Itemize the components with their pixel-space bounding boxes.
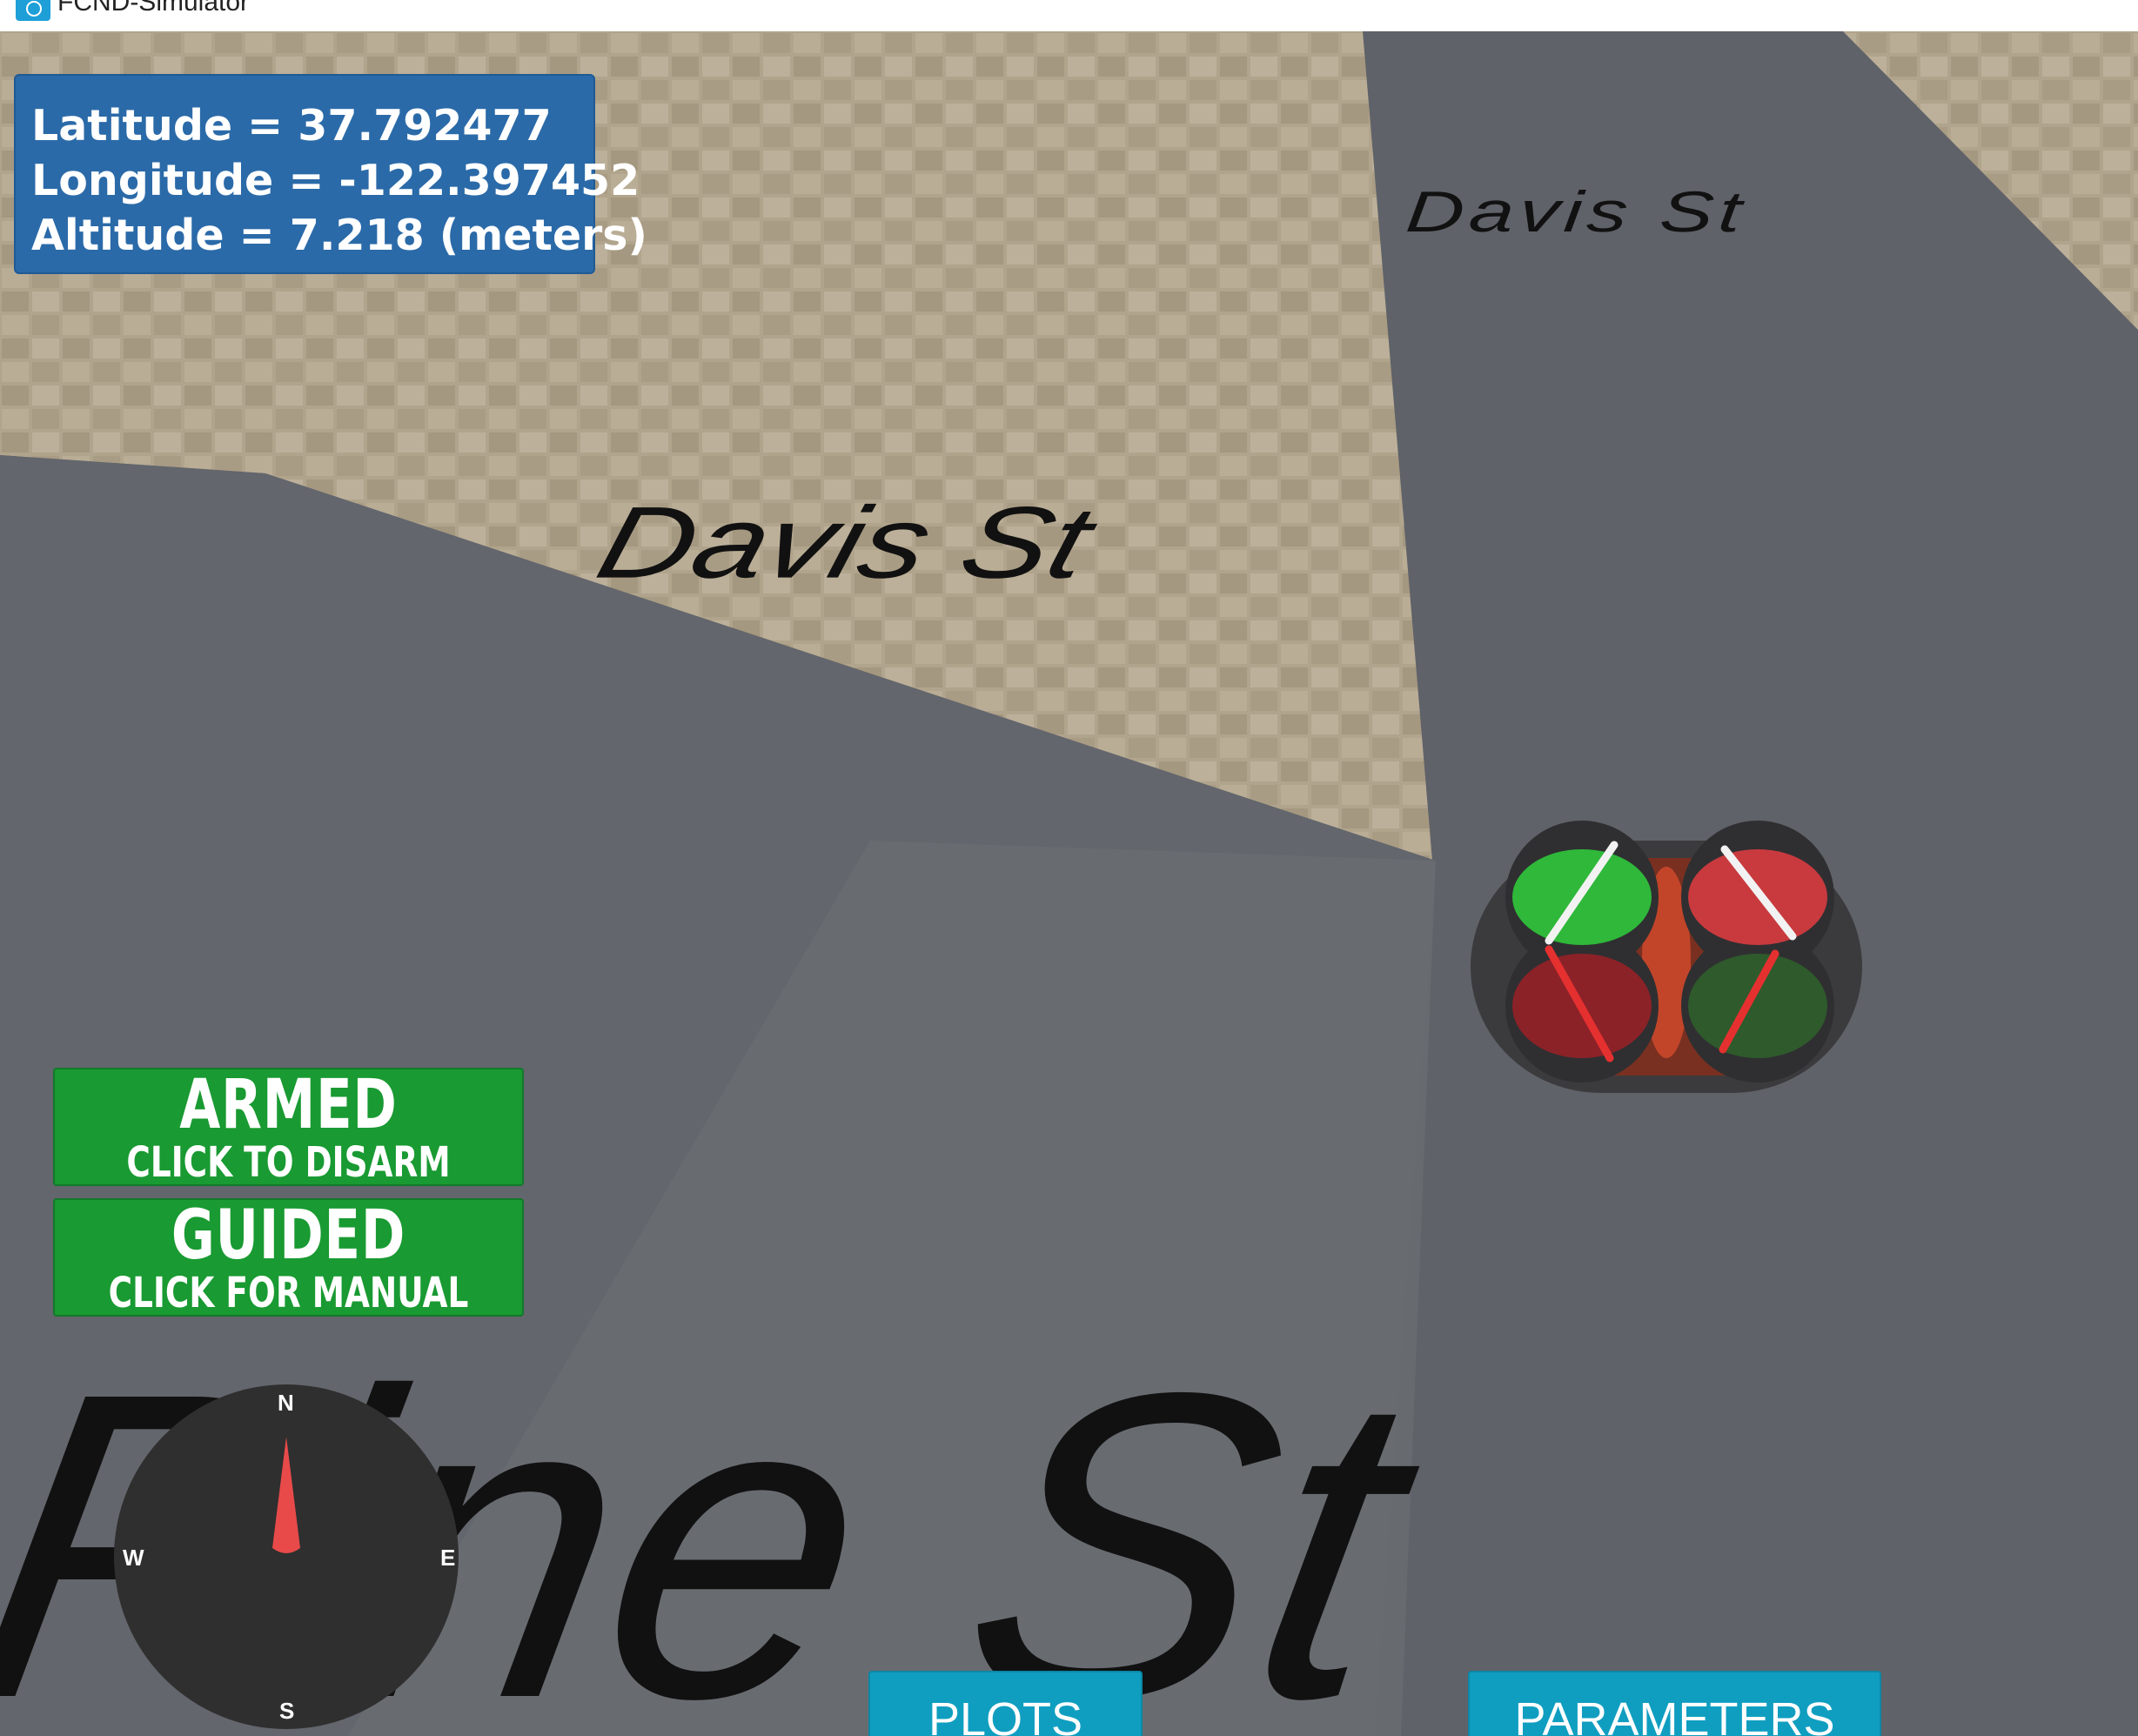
quadcopter-icon — [1471, 821, 1862, 1093]
guided-toggle-button[interactable]: GUIDED CLICK FOR MANUAL — [53, 1198, 524, 1317]
arm-toggle-button[interactable]: ARMED CLICK TO DISARM — [53, 1068, 524, 1186]
plots-button[interactable]: PLOTS — [868, 1671, 1143, 1736]
gps-readout-panel: Latitude = 37.792477 Longitude = -122.39… — [14, 74, 647, 274]
street-label-davis-near: Davis St — [586, 485, 1104, 600]
compass-widget: N S W E — [114, 1384, 459, 1729]
parameters-button[interactable]: PARAMETERS — [1468, 1671, 1881, 1736]
window-titlebar: FCND-Simulator — [0, 0, 2138, 31]
longitude-readout: Longitude = -122.397452 — [31, 156, 640, 205]
window-title: FCND-Simulator — [57, 0, 250, 17]
disarm-hint-label: CLICK TO DISARM — [126, 1138, 451, 1187]
compass-needle-icon — [272, 1437, 300, 1553]
street-label-davis-far: Davis St — [1403, 179, 1750, 245]
app-icon — [16, 0, 50, 21]
manual-hint-label: CLICK FOR MANUAL — [108, 1269, 469, 1317]
simulation-viewport[interactable]: Davis St Davis St Pine St Latitude = 37.… — [0, 31, 2138, 1736]
armed-status-label: ARMED — [179, 1066, 398, 1144]
latitude-readout: Latitude = 37.792477 — [31, 101, 552, 151]
guided-status-label: GUIDED — [171, 1196, 406, 1275]
altitude-readout: Altitude = 7.218 (meters) — [31, 211, 647, 260]
